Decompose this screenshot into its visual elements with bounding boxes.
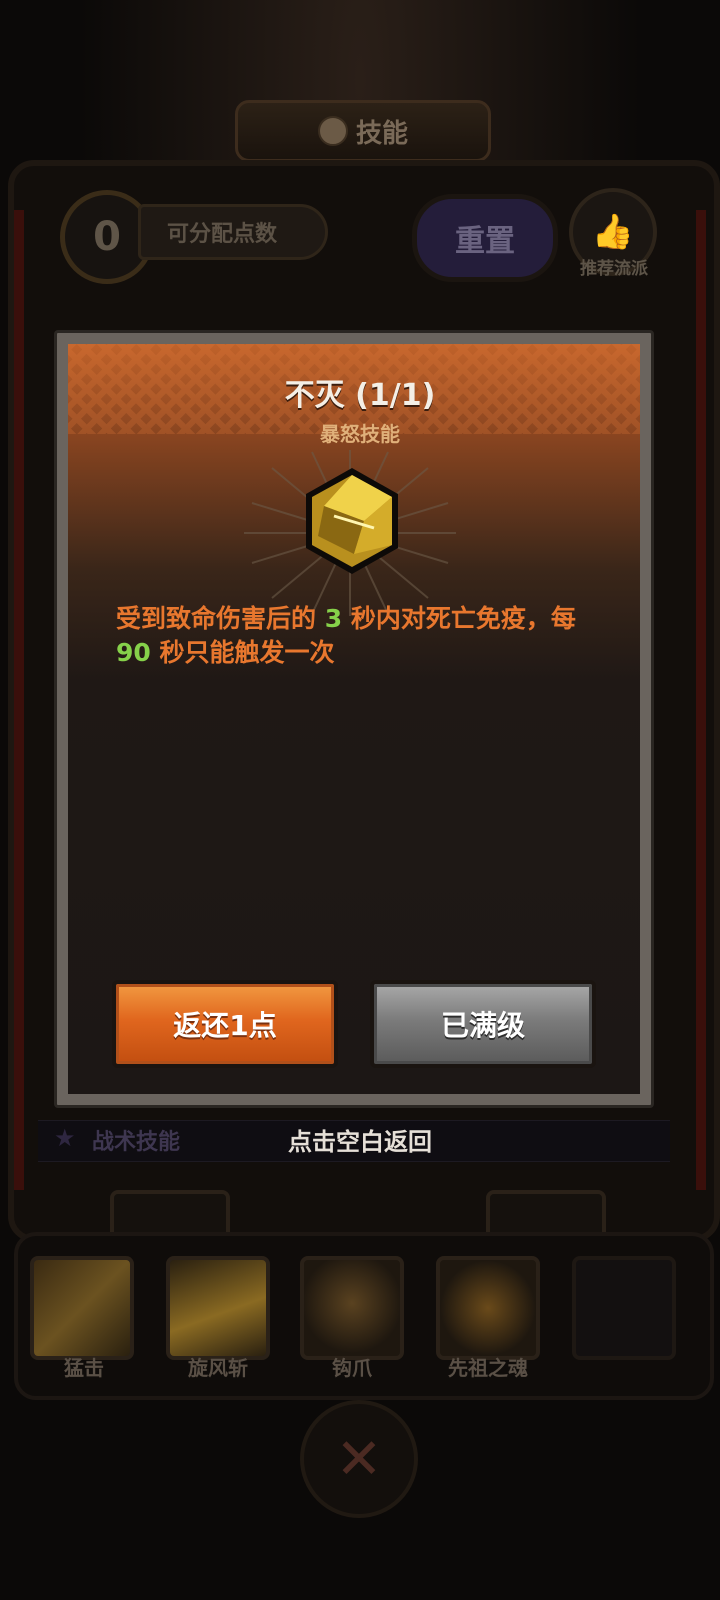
skill-name-1: 猛击 [64,1356,104,1380]
max-level-button[interactable]: 已满级 [370,980,596,1068]
page-title: 技能 [355,118,408,149]
header-banner: 技能 [235,100,491,162]
skill-name-4: 先祖之魂 [448,1356,528,1380]
skill-slot-empty [572,1256,676,1360]
skill-title: 不灭 (1/1) [284,378,436,413]
refund-point-button[interactable]: 返还1点 [112,980,338,1068]
skill-name-2: 旋风斩 [188,1356,248,1380]
skill-slot-4[interactable] [436,1256,540,1360]
skill-slot-3[interactable] [300,1256,404,1360]
skill-description: 受到致命伤害后的 3 秒内对死亡免疫，每 90 秒只能触发一次 [116,602,606,670]
recommend-label: 推荐流派 [580,259,648,279]
panel-left-trim [14,210,24,1190]
skill-tree-icon [317,116,348,146]
desc-text-3: 秒只能触发一次 [150,638,335,667]
skill-category: 暴怒技能 [320,422,400,446]
crossed-swords-icon[interactable]: ✕ [300,1400,418,1518]
recommend-build-button[interactable]: 👍 推荐流派 [568,188,658,284]
tap-blank-to-return: 点击空白返回 [288,1128,432,1156]
desc-text-1: 受到致命伤害后的 [116,604,325,633]
panel-right-trim [696,210,706,1190]
immortal-skill-icon [306,468,398,574]
tactic-slot-right [486,1190,606,1234]
skill-slot-1[interactable] [30,1256,134,1360]
desc-cooldown-value: 90 [116,638,151,667]
reset-button[interactable]: 重置 [412,194,558,282]
tactic-slot-left [110,1190,230,1234]
skill-slot-2[interactable] [166,1256,270,1360]
points-label: 可分配点数 [138,204,328,260]
skill-name-3: 钩爪 [332,1356,372,1380]
desc-text-2: 秒内对死亡免疫，每 [342,604,576,633]
desc-duration-value: 3 [324,604,343,633]
